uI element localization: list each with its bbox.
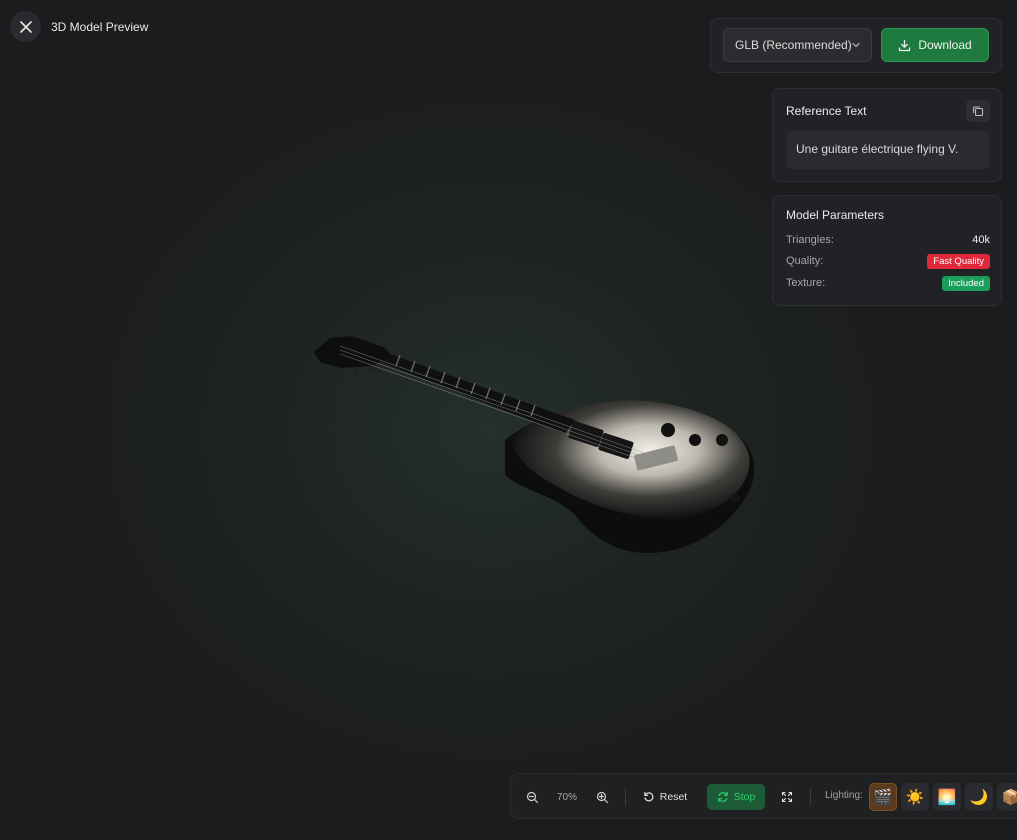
download-label: Download <box>918 38 972 52</box>
close-icon <box>19 20 32 33</box>
zoom-in-icon <box>596 791 608 803</box>
quality-badge: Fast Quality <box>927 253 990 269</box>
param-value: 40k <box>972 234 990 246</box>
chevron-down-icon <box>852 42 860 48</box>
reference-title: Reference Text <box>786 104 867 118</box>
zoom-out-button[interactable] <box>521 786 543 808</box>
copy-button[interactable] <box>966 100 990 122</box>
zoom-out-icon <box>526 791 538 803</box>
stop-label: Stop <box>733 791 756 803</box>
zoom-level: 70% <box>556 791 577 803</box>
model-viewport[interactable]: 3D Model Preview GLB (Recommended) Downl… <box>0 0 1017 840</box>
param-row-quality: Quality: Fast Quality <box>786 252 990 270</box>
page-title: 3D Model Preview <box>51 20 149 34</box>
param-row-triangles: Triangles: 40k <box>786 231 990 249</box>
lighting-preset-night[interactable]: 🌙 <box>965 783 993 811</box>
lighting-preset-sun[interactable]: ☀️ <box>901 783 929 811</box>
close-button[interactable] <box>10 11 41 42</box>
copy-icon <box>972 106 984 117</box>
reset-label: Reset <box>659 791 688 803</box>
lighting-preset-box[interactable]: 📦 <box>997 783 1017 811</box>
model-parameters-panel: Model Parameters Triangles: 40k Quality:… <box>772 195 1002 306</box>
format-select-value: GLB (Recommended) <box>735 38 852 52</box>
reference-text: Une guitare électrique flying V. <box>786 131 990 169</box>
toolbar-divider <box>810 788 811 806</box>
param-row-texture: Texture: Included <box>786 274 990 292</box>
format-select[interactable]: GLB (Recommended) <box>723 28 872 62</box>
viewer-toolbar: 70% Reset Stop Lighting: 🎬 ☀️ 🌅 🌙 📦 <box>510 773 1017 819</box>
download-icon <box>899 39 911 51</box>
zoom-in-button[interactable] <box>591 786 613 808</box>
download-button[interactable]: Download <box>881 28 989 62</box>
reset-button[interactable]: Reset <box>639 784 691 810</box>
param-label: Triangles: <box>786 234 834 246</box>
export-panel: GLB (Recommended) Download <box>710 18 1002 73</box>
fullscreen-button[interactable] <box>776 786 798 808</box>
lighting-preset-sunset[interactable]: 🌅 <box>933 783 961 811</box>
toolbar-divider <box>625 788 626 806</box>
reset-icon <box>643 792 654 802</box>
stop-rotation-button[interactable]: Stop <box>707 784 765 810</box>
reference-panel: Reference Text Une guitare électrique fl… <box>772 88 1002 182</box>
params-title: Model Parameters <box>786 208 885 222</box>
param-label: Texture: <box>786 277 826 289</box>
lighting-preset-studio[interactable]: 🎬 <box>869 783 897 811</box>
rotate-icon <box>717 791 728 803</box>
fullscreen-icon <box>781 791 793 803</box>
param-label: Quality: <box>786 255 824 267</box>
lighting-label: Lighting: <box>825 790 863 801</box>
texture-badge: Included <box>942 275 990 291</box>
